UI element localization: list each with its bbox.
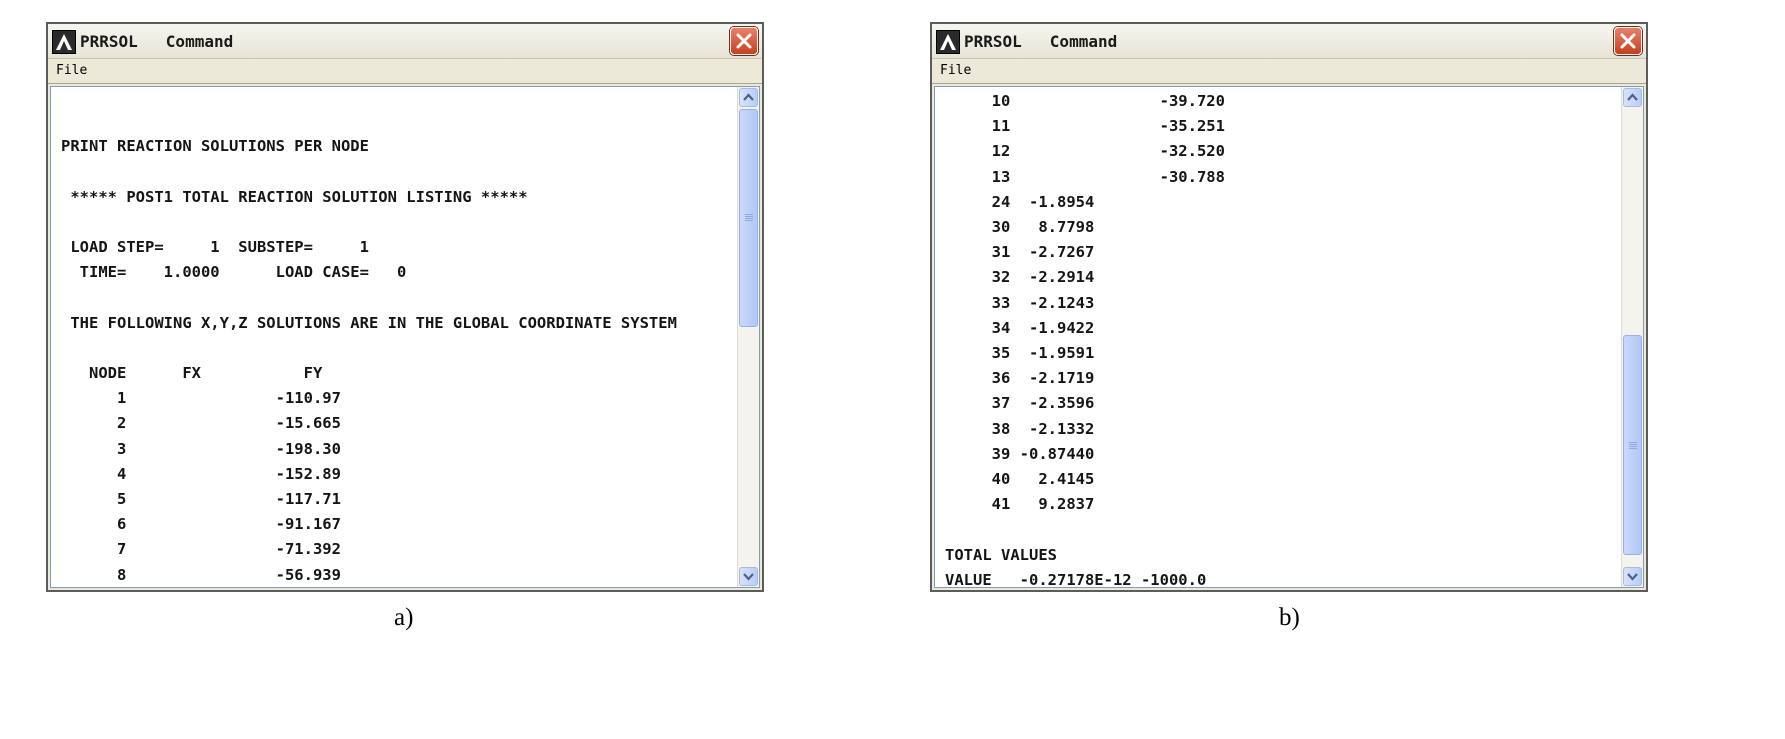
output-line: NODE FX FY — [61, 364, 323, 382]
scroll-thumb[interactable] — [1623, 335, 1642, 555]
caption-a: a) — [394, 604, 414, 631]
output-text: 10 -39.720 11 -35.251 12 -32.520 13 -30.… — [935, 87, 1621, 587]
window-title: PRRSOL Command — [964, 32, 1118, 51]
title-bar[interactable]: PRRSOL Command — [48, 24, 762, 59]
output-line: 13 -30.788 — [945, 167, 1225, 186]
output-line: 30 8.7798 — [945, 218, 1095, 236]
close-icon — [736, 33, 752, 49]
output-line: 33 -2.1243 — [945, 293, 1095, 312]
close-icon — [1620, 33, 1636, 49]
output-line: 12 -32.520 — [945, 142, 1225, 161]
output-line: THE FOLLOWING X,Y,Z SOLUTIONS ARE IN THE… — [61, 313, 677, 332]
output-line: VALUE -0.27178E-12 -1000.0 — [945, 570, 1207, 587]
scroll-thumb[interactable] — [739, 109, 758, 327]
scroll-up-icon — [1627, 93, 1638, 101]
scroll-up-button[interactable] — [739, 88, 758, 107]
output-line: 1 -110.97 — [61, 389, 341, 408]
output-line: 32 -2.2914 — [945, 268, 1095, 287]
output-line: ***** POST1 TOTAL REACTION SOLUTION LIST… — [61, 187, 528, 206]
output-line: 8 -56.939 — [61, 565, 341, 584]
output-text: PRINT REACTION SOLUTIONS PER NODE ***** … — [51, 87, 737, 587]
output-pane: 10 -39.720 11 -35.251 12 -32.520 13 -30.… — [934, 86, 1644, 588]
output-line: LOAD STEP= 1 SUBSTEP= 1 — [61, 238, 369, 256]
vertical-scrollbar[interactable] — [1621, 87, 1643, 587]
output-line: 36 -2.1719 — [945, 369, 1095, 388]
scroll-down-button[interactable] — [739, 567, 758, 586]
output-line: 10 -39.720 — [945, 92, 1225, 110]
output-line: 38 -2.1332 — [945, 419, 1095, 438]
output-line: 24 -1.8954 — [945, 192, 1095, 211]
scroll-down-icon — [1627, 573, 1638, 581]
output-line: 34 -1.9422 — [945, 318, 1095, 337]
output-line: 37 -2.3596 — [945, 394, 1095, 413]
menu-bar: File — [932, 59, 1646, 84]
ansys-logo-icon — [936, 30, 960, 54]
scroll-down-icon — [743, 573, 754, 581]
prrsol-window-a: PRRSOL Command File PRINT REACTION SOLUTI… — [46, 22, 764, 592]
close-button[interactable] — [1614, 27, 1642, 55]
output-pane: PRINT REACTION SOLUTIONS PER NODE ***** … — [50, 86, 760, 588]
output-line: 40 2.4145 — [945, 470, 1095, 488]
menu-file[interactable]: File — [940, 63, 971, 78]
output-line: TIME= 1.0000 LOAD CASE= 0 — [61, 263, 407, 282]
output-line: 31 -2.7267 — [945, 243, 1095, 262]
output-line: 5 -117.71 — [61, 490, 341, 508]
output-line: PRINT REACTION SOLUTIONS PER NODE — [61, 137, 369, 156]
output-line: 39 -0.87440 — [945, 444, 1095, 463]
output-line: 35 -1.9591 — [945, 344, 1095, 362]
title-bar[interactable]: PRRSOL Command — [932, 24, 1646, 59]
ansys-logo-icon — [52, 30, 76, 54]
output-line: 7 -71.392 — [61, 540, 341, 559]
output-line: 3 -198.30 — [61, 439, 341, 458]
caption-b: b) — [1279, 604, 1300, 631]
scroll-up-icon — [743, 93, 754, 101]
output-line: 11 -35.251 — [945, 117, 1225, 136]
scroll-up-button[interactable] — [1623, 88, 1642, 107]
window-title: PRRSOL Command — [80, 32, 234, 51]
menu-bar: File — [48, 59, 762, 84]
prrsol-window-b: PRRSOL Command File 10 -39.720 11 -35.251… — [930, 22, 1648, 592]
scroll-down-button[interactable] — [1623, 567, 1642, 586]
close-button[interactable] — [730, 27, 758, 55]
output-line: 4 -152.89 — [61, 464, 341, 483]
menu-file[interactable]: File — [56, 63, 87, 78]
output-line: 41 9.2837 — [945, 495, 1095, 514]
output-line: 2 -15.665 — [61, 414, 341, 433]
output-line: 6 -91.167 — [61, 515, 341, 534]
vertical-scrollbar[interactable] — [737, 87, 759, 587]
output-line: TOTAL VALUES — [945, 545, 1057, 564]
